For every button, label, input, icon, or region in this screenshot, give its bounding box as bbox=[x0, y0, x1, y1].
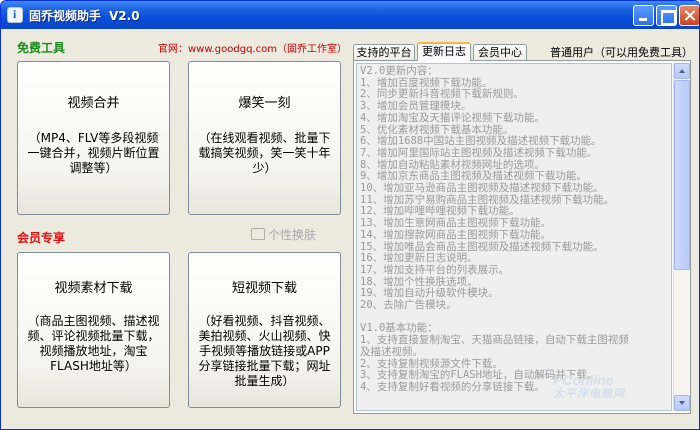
changelog-line: 20、去除广告模块。 bbox=[360, 299, 457, 312]
changelog-text[interactable]: V2.0更新内容： 1、增加百度视频下载功能。 2、同步更新抖音视频下载新规则。 3、… bbox=[356, 63, 672, 411]
app-icon bbox=[7, 7, 23, 23]
funny-moment-button[interactable]: 爆笑一刻 （在线观看视频、批量下载搞笑视频，笑一笑十年少） bbox=[188, 61, 341, 215]
free-tools-label: 免费工具 bbox=[17, 41, 66, 55]
changelog-panel: V2.0更新内容： 1、增加百度视频下载功能。 2、同步更新抖音视频下载新规则。 3、… bbox=[353, 60, 691, 414]
website-link[interactable]: 官网：www.goodgq.com（固乔工作室） bbox=[158, 40, 347, 55]
changelog-line: 及描述视频。 bbox=[360, 345, 423, 358]
watermark: PConline 太平洋电脑网 bbox=[553, 373, 625, 401]
material-download-title: 视频素材下载 bbox=[54, 281, 133, 296]
changelog-line: V2.0更新内容： bbox=[360, 65, 438, 77]
tab-platforms[interactable]: 支持的平台 bbox=[353, 44, 415, 61]
scroll-down-icon[interactable] bbox=[674, 395, 690, 411]
changelog-line: 4、增加淘宝及天猫评论视频下载功能。 bbox=[360, 111, 545, 124]
changelog-line: 10、增加亚马逊商品主图视频及描述视频下载功能。 bbox=[360, 182, 604, 195]
app-title: 固乔视频助手 bbox=[29, 9, 102, 23]
close-icon bbox=[680, 6, 699, 25]
close-button[interactable] bbox=[679, 5, 699, 26]
short-video-desc: （好看视频、抖音视频、美拍视频、火山视频、快手视频等播放链接或APP分享链接批量… bbox=[198, 314, 331, 388]
skin-label: 个性换肤 bbox=[268, 228, 317, 242]
changelog-line: 17、增加支持平台的列表展示。 bbox=[360, 263, 510, 276]
shirt-icon bbox=[251, 228, 265, 240]
video-merge-desc: （MP4、FLV等多段视频一键合并，视频片断位置调整等） bbox=[27, 131, 160, 175]
tab-member-center[interactable]: 会员中心 bbox=[473, 44, 527, 61]
skin-button[interactable]: 个性换肤 bbox=[251, 226, 316, 243]
app-version: V2.0 bbox=[109, 9, 140, 23]
tab-changelog[interactable]: 更新日志 bbox=[417, 42, 471, 61]
changelog-line: 14、增加搜款网商品主图视频下载功能。 bbox=[360, 228, 552, 241]
vip-label: 会员专享 bbox=[17, 231, 66, 245]
short-video-download-button[interactable]: 短视频下载 （好看视频、抖音视频、美拍视频、火山视频、快手视频等播放链接或APP… bbox=[188, 252, 341, 408]
watermark-sub: 太平洋电脑网 bbox=[553, 388, 625, 400]
title-bar[interactable]: 固乔视频助手 V2.0 bbox=[1, 1, 699, 29]
scroll-thumb[interactable] bbox=[674, 80, 690, 270]
app-window: 固乔视频助手 V2.0 免费工具 官网：www.goodgq.com（固乔工作室）… bbox=[0, 0, 700, 430]
material-download-desc: （商品主图视频、描述视频、评论视频批量下载，视频播放地址，淘宝FLASH地址等） bbox=[27, 314, 160, 373]
minimize-button[interactable] bbox=[633, 5, 654, 26]
short-video-title: 短视频下载 bbox=[231, 281, 297, 296]
watermark-main: PConline bbox=[553, 372, 614, 388]
minimize-icon bbox=[634, 6, 653, 25]
scroll-up-icon[interactable] bbox=[674, 63, 690, 79]
funny-moment-desc: （在线观看视频、批量下载搞笑视频，笑一笑十年少） bbox=[198, 131, 331, 175]
material-download-button[interactable]: 视频素材下载 （商品主图视频、描述视频、评论视频批量下载，视频播放地址，淘宝FL… bbox=[17, 252, 170, 408]
window-title: 固乔视频助手 V2.0 bbox=[29, 7, 148, 24]
maximize-icon bbox=[657, 6, 676, 25]
video-merge-title: 视频合并 bbox=[67, 96, 120, 111]
scrollbar[interactable] bbox=[673, 63, 690, 411]
user-status: 普通用户（可以用免费工具） bbox=[550, 46, 693, 59]
changelog-line: 7、增加阿里国际站主图视频及描述视频下载功能。 bbox=[360, 146, 598, 159]
maximize-button[interactable] bbox=[656, 5, 677, 26]
video-merge-button[interactable]: 视频合并 （MP4、FLV等多段视频一键合并，视频片断位置调整等） bbox=[17, 61, 170, 215]
funny-moment-title: 爆笑一刻 bbox=[238, 96, 291, 111]
